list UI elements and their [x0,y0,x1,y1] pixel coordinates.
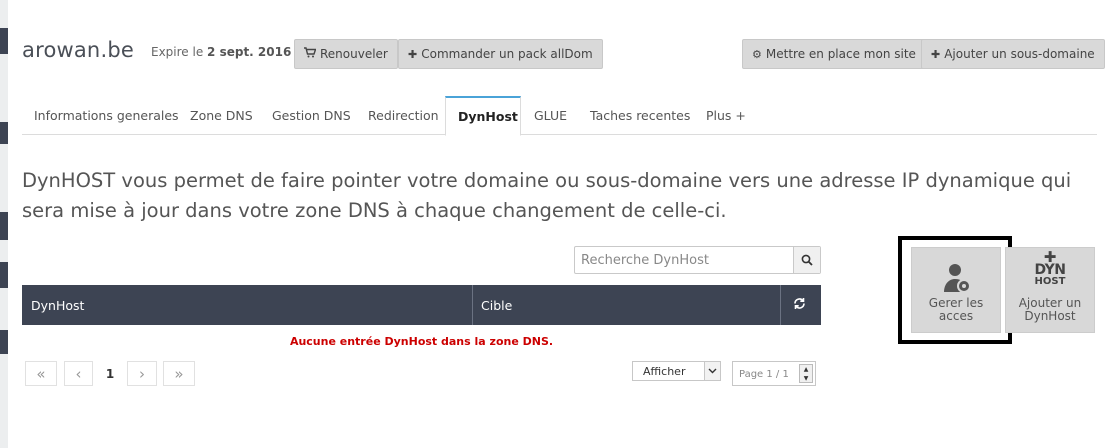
tab-taches-recentes[interactable]: Taches recentes [578,96,702,135]
add-dynhost-button[interactable]: ✚ DYN HOST Ajouter un DynHost [1005,247,1095,333]
left-edge-mark [0,122,8,144]
add-subdomain-label: Ajouter un sous-domaine [944,47,1095,61]
tab-redirection[interactable]: Redirection [356,96,451,135]
tab-plus[interactable]: Plus + [694,96,758,135]
tab-zone-dns[interactable]: Zone DNS [178,96,265,135]
add-dynhost-label: Ajouter un DynHost [1018,296,1082,323]
order-pack-button[interactable]: ✚ Commander un pack allDom [398,39,603,69]
per-page-select[interactable]: Afficher [632,361,721,381]
prev-page-icon: ‹ [75,364,82,383]
left-edge-strip [0,0,8,448]
plus-icon: ✚ [931,47,941,61]
renew-label: Renouveler [320,47,388,61]
next-page-button[interactable]: › [127,361,157,386]
domain-title: arowan.be [22,38,134,62]
spinner-up-icon: ▲ [803,366,809,373]
per-page-label: Afficher [643,365,686,378]
search-button[interactable] [793,247,820,273]
left-edge-mark [0,330,8,354]
dyn-logo-line2: HOST [1034,276,1066,287]
last-page-button[interactable]: » [163,361,195,386]
gears-icon: ⚙ [752,47,762,61]
left-edge-mark [0,28,8,54]
plus-icon: ✚ [408,47,418,61]
expiry-date: 2 sept. 2016 [207,45,292,59]
current-page-number[interactable]: 1 [101,361,119,386]
page-spinner-arrows[interactable]: ▲ ▼ [799,364,813,383]
tab-gestion-dns[interactable]: Gestion DNS [260,96,363,135]
first-page-icon: « [36,364,46,383]
column-dynhost[interactable]: DynHost [31,285,84,325]
selection-highlight-box [898,236,1012,344]
page-spinner[interactable]: Page 1 / 1 ▲ ▼ [732,361,816,386]
dynhost-intro-text: DynHOST vous permet de faire pointer vot… [22,169,1072,222]
dynhost-search [574,246,821,274]
page-status: Page 1 / 1 [739,369,789,380]
spinner-down-icon: ▼ [803,375,809,382]
refresh-icon [793,297,806,313]
prev-page-button[interactable]: ‹ [64,361,93,386]
empty-table-message: Aucune entrée DynHost dans la zone DNS. [289,335,554,348]
left-edge-mark [0,212,8,240]
caret-down-icon [704,362,720,380]
last-page-icon: » [174,364,184,383]
column-divider [780,285,781,325]
cart-icon [304,47,317,61]
search-input[interactable] [575,247,793,273]
dynhost-table-header: DynHost Cible [22,285,821,325]
add-subdomain-button[interactable]: ✚ Ajouter un sous-domaine [921,39,1105,69]
renew-button[interactable]: Renouveler [294,39,398,69]
setup-site-button[interactable]: ⚙ Mettre en place mon site [742,39,926,69]
expiry-info: Expire le 2 sept. 2016 [151,45,291,59]
column-cible[interactable]: Cible [481,285,512,325]
search-icon [801,251,813,270]
left-edge-mark [0,262,8,288]
next-page-icon: › [139,364,145,383]
domain-tabs: Informations generales Zone DNS Gestion … [22,96,1097,136]
tab-dynhost[interactable]: DynHost [445,96,521,136]
tab-informations-generales[interactable]: Informations generales [22,96,191,135]
tab-glue[interactable]: GLUE [522,96,579,135]
dynhost-add-icon: ✚ DYN HOST [1006,250,1094,287]
expiry-prefix: Expire le [151,45,204,59]
setup-site-label: Mettre en place mon site [765,47,916,61]
first-page-button[interactable]: « [25,361,57,386]
refresh-button[interactable] [793,285,806,325]
order-pack-label: Commander un pack allDom [421,47,593,61]
column-divider [472,285,473,325]
